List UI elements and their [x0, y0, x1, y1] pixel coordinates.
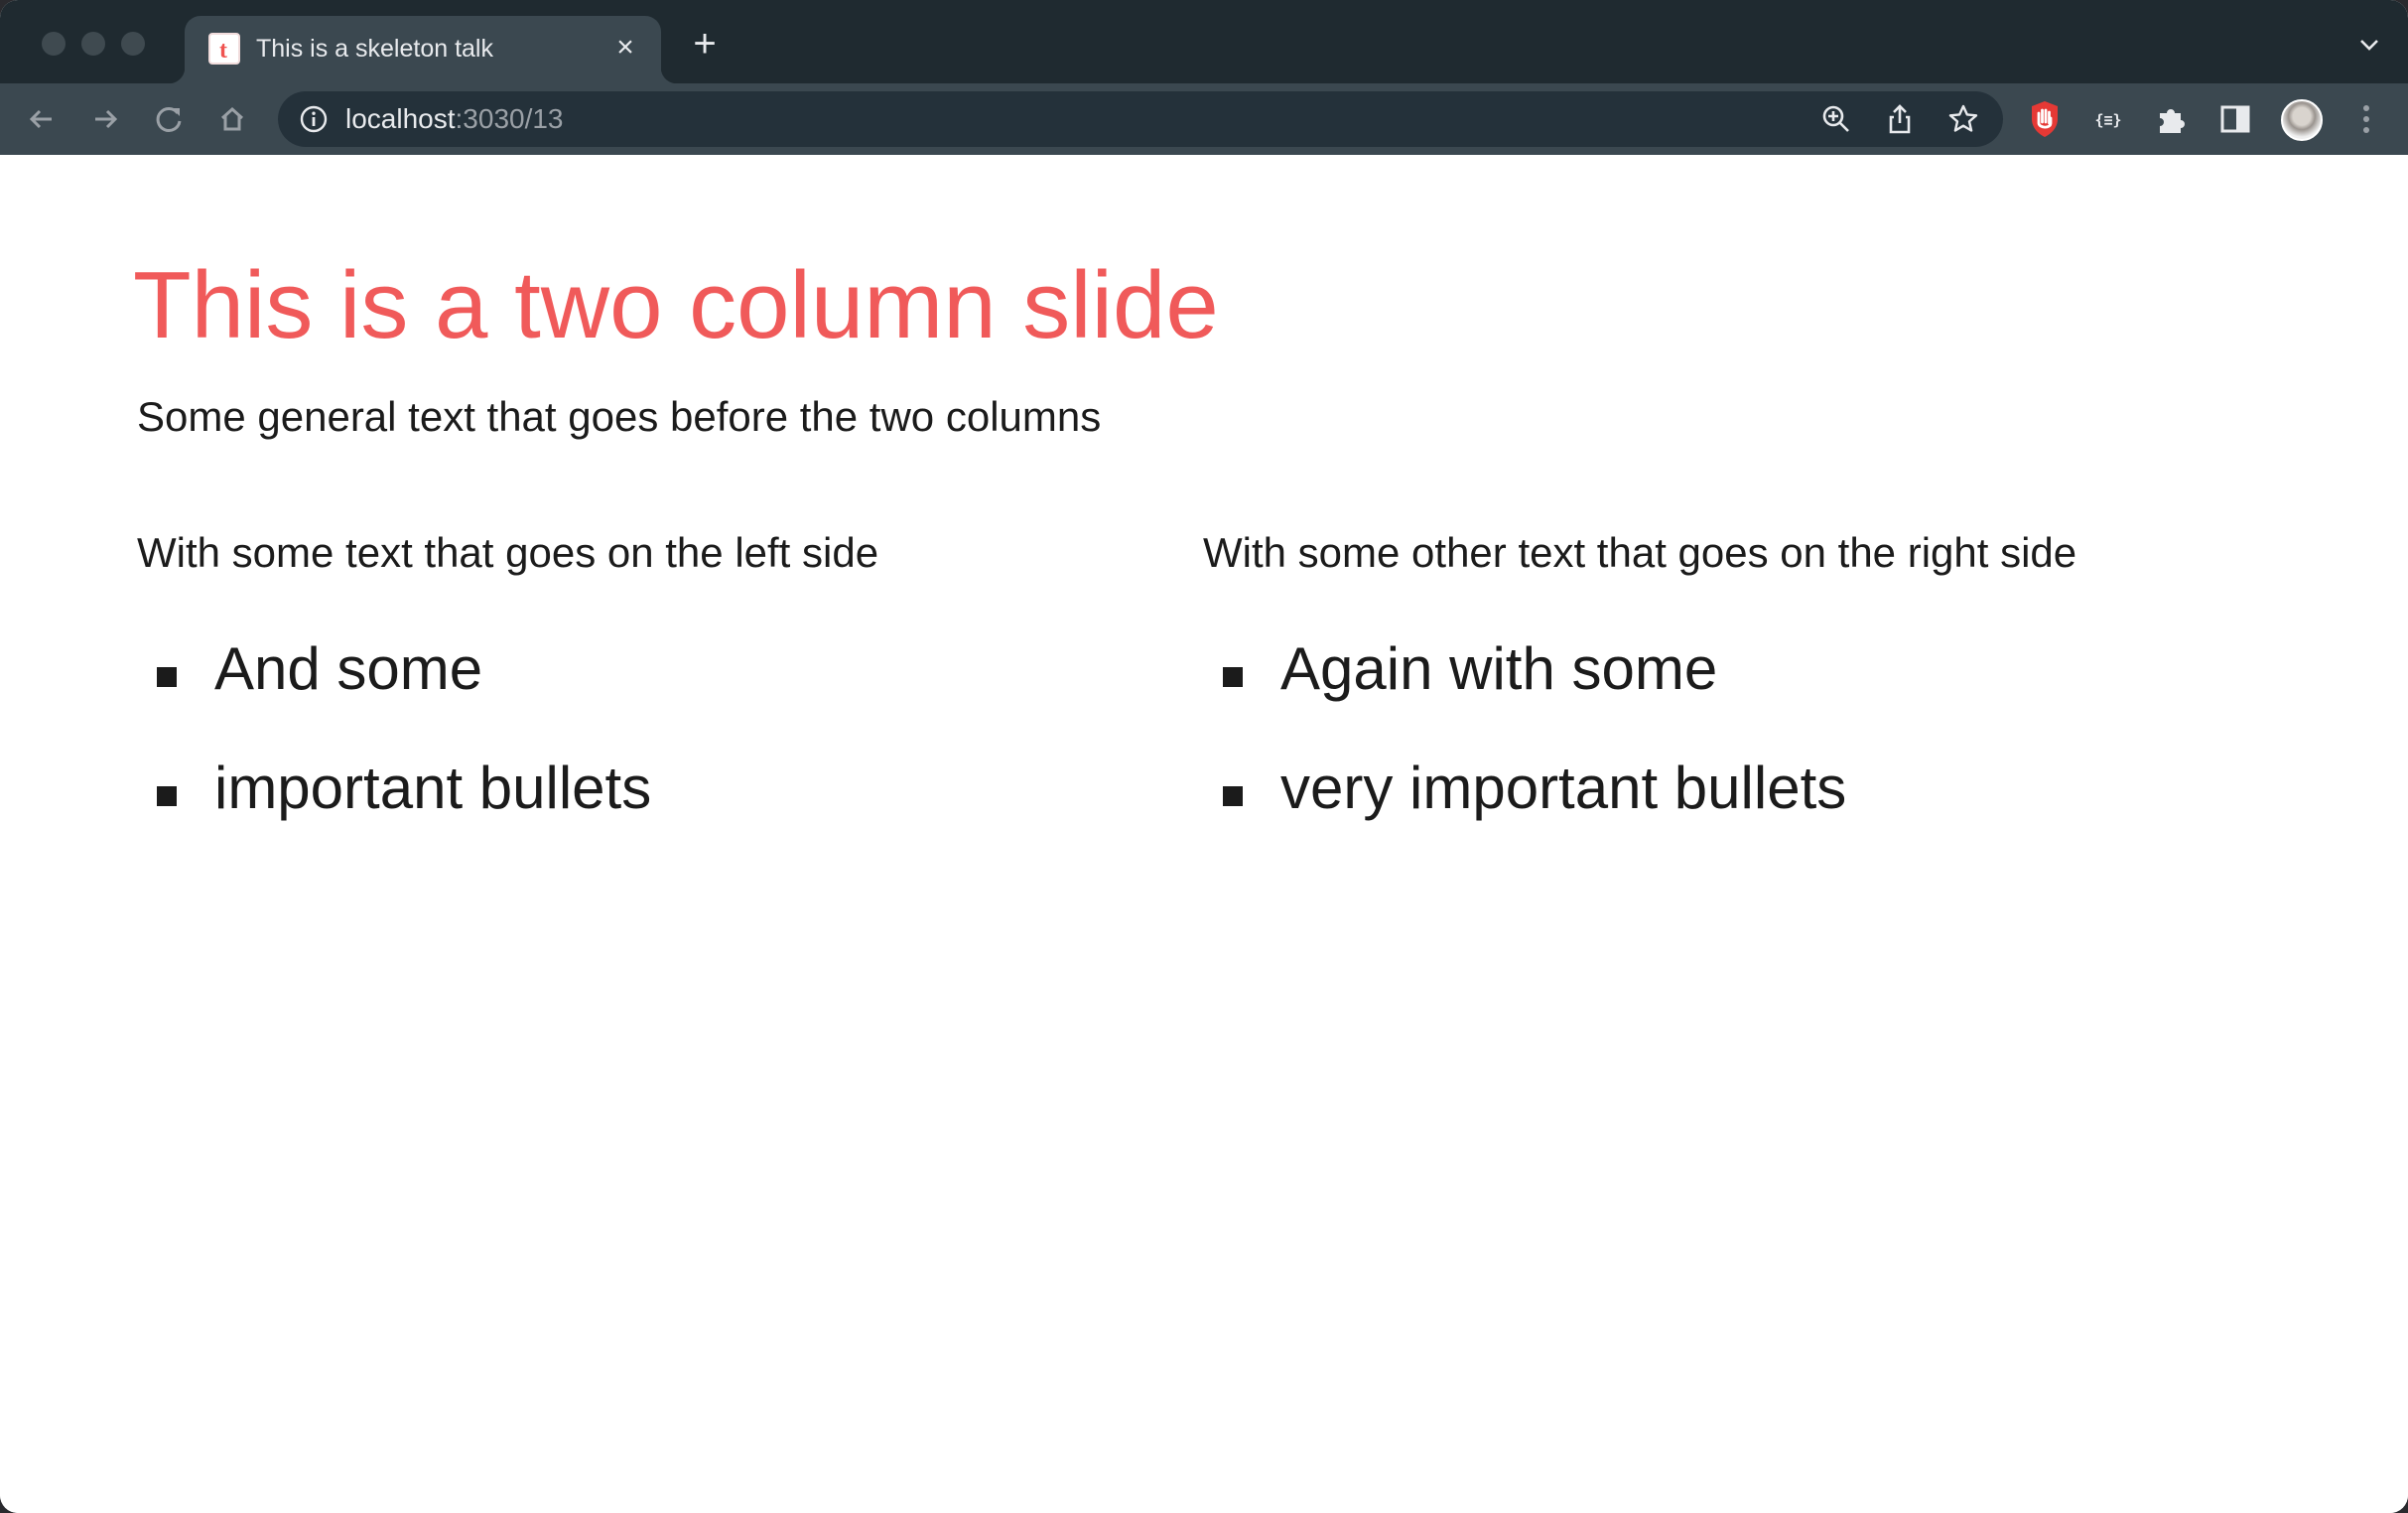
tab-close-icon[interactable]: × — [609, 32, 641, 64]
bullet-text: important bullets — [214, 755, 652, 821]
minimize-window-button[interactable] — [81, 32, 105, 56]
address-bar[interactable]: localhost:3030/13 — [278, 91, 2003, 147]
svg-text:{≡}: {≡} — [2094, 111, 2121, 129]
list-item: Again with some — [1203, 633, 2245, 753]
tab-active[interactable]: t This is a skeleton talk × — [169, 16, 677, 83]
browser-window: t This is a skeleton talk × + localhost: — [0, 0, 2408, 1513]
reload-icon[interactable] — [149, 99, 189, 139]
forward-arrow-icon[interactable] — [85, 99, 125, 139]
share-icon[interactable] — [1882, 101, 1918, 137]
url-text[interactable]: localhost:3030/13 — [345, 103, 564, 135]
favicon-icon: t — [208, 33, 240, 65]
extensions-puzzle-icon[interactable] — [2150, 97, 2194, 141]
json-viewer-icon[interactable]: {≡} — [2086, 97, 2130, 141]
left-column: With some text that goes on the left sid… — [137, 526, 1179, 872]
close-window-button[interactable] — [42, 32, 66, 56]
right-column: With some other text that goes on the ri… — [1203, 526, 2245, 872]
maximize-window-button[interactable] — [121, 32, 145, 56]
bullet-text: And some — [214, 635, 483, 702]
list-item: important bullets — [137, 753, 1179, 872]
new-tab-button[interactable]: + — [687, 24, 723, 64]
slide-intro: Some general text that goes before the t… — [137, 393, 1102, 440]
list-item: very important bullets — [1203, 753, 2245, 872]
slide-content: This is a two column slide Some general … — [0, 155, 2408, 1513]
bullet-square-icon — [157, 667, 177, 687]
bullet-square-icon — [1223, 667, 1243, 687]
right-column-text: With some other text that goes on the ri… — [1203, 529, 2077, 576]
side-panel-icon[interactable] — [2213, 97, 2257, 141]
profile-avatar[interactable] — [2281, 99, 2323, 141]
bullet-text: Again with some — [1280, 635, 1718, 702]
list-item: And some — [137, 633, 1179, 753]
url-path: :3030/13 — [455, 103, 564, 134]
home-icon[interactable] — [212, 99, 252, 139]
right-bullet-list: Again with some very important bullets — [1203, 633, 2245, 872]
back-arrow-icon[interactable] — [22, 99, 62, 139]
favicon-letter: t — [219, 38, 227, 64]
zoom-icon[interactable] — [1818, 101, 1854, 137]
info-icon[interactable] — [298, 103, 330, 135]
tab-strip: t This is a skeleton talk × + — [0, 0, 2408, 83]
bullet-square-icon — [1223, 786, 1243, 806]
left-bullet-list: And some important bullets — [137, 633, 1179, 872]
slide-title: This is a two column slide — [133, 252, 1219, 358]
url-host: localhost — [345, 103, 456, 134]
menu-dots-icon[interactable] — [2344, 97, 2388, 141]
tab-search-chevron-icon[interactable] — [2356, 32, 2382, 58]
toolbar: localhost:3030/13 {≡} — [0, 83, 2408, 155]
bullet-square-icon — [157, 786, 177, 806]
bullet-text: very important bullets — [1280, 755, 1847, 821]
adblock-hand-icon[interactable] — [2023, 97, 2067, 141]
tab-title: This is a skeleton talk — [256, 35, 493, 63]
bookmark-star-icon[interactable] — [1945, 101, 1981, 137]
left-column-text: With some text that goes on the left sid… — [137, 529, 879, 576]
